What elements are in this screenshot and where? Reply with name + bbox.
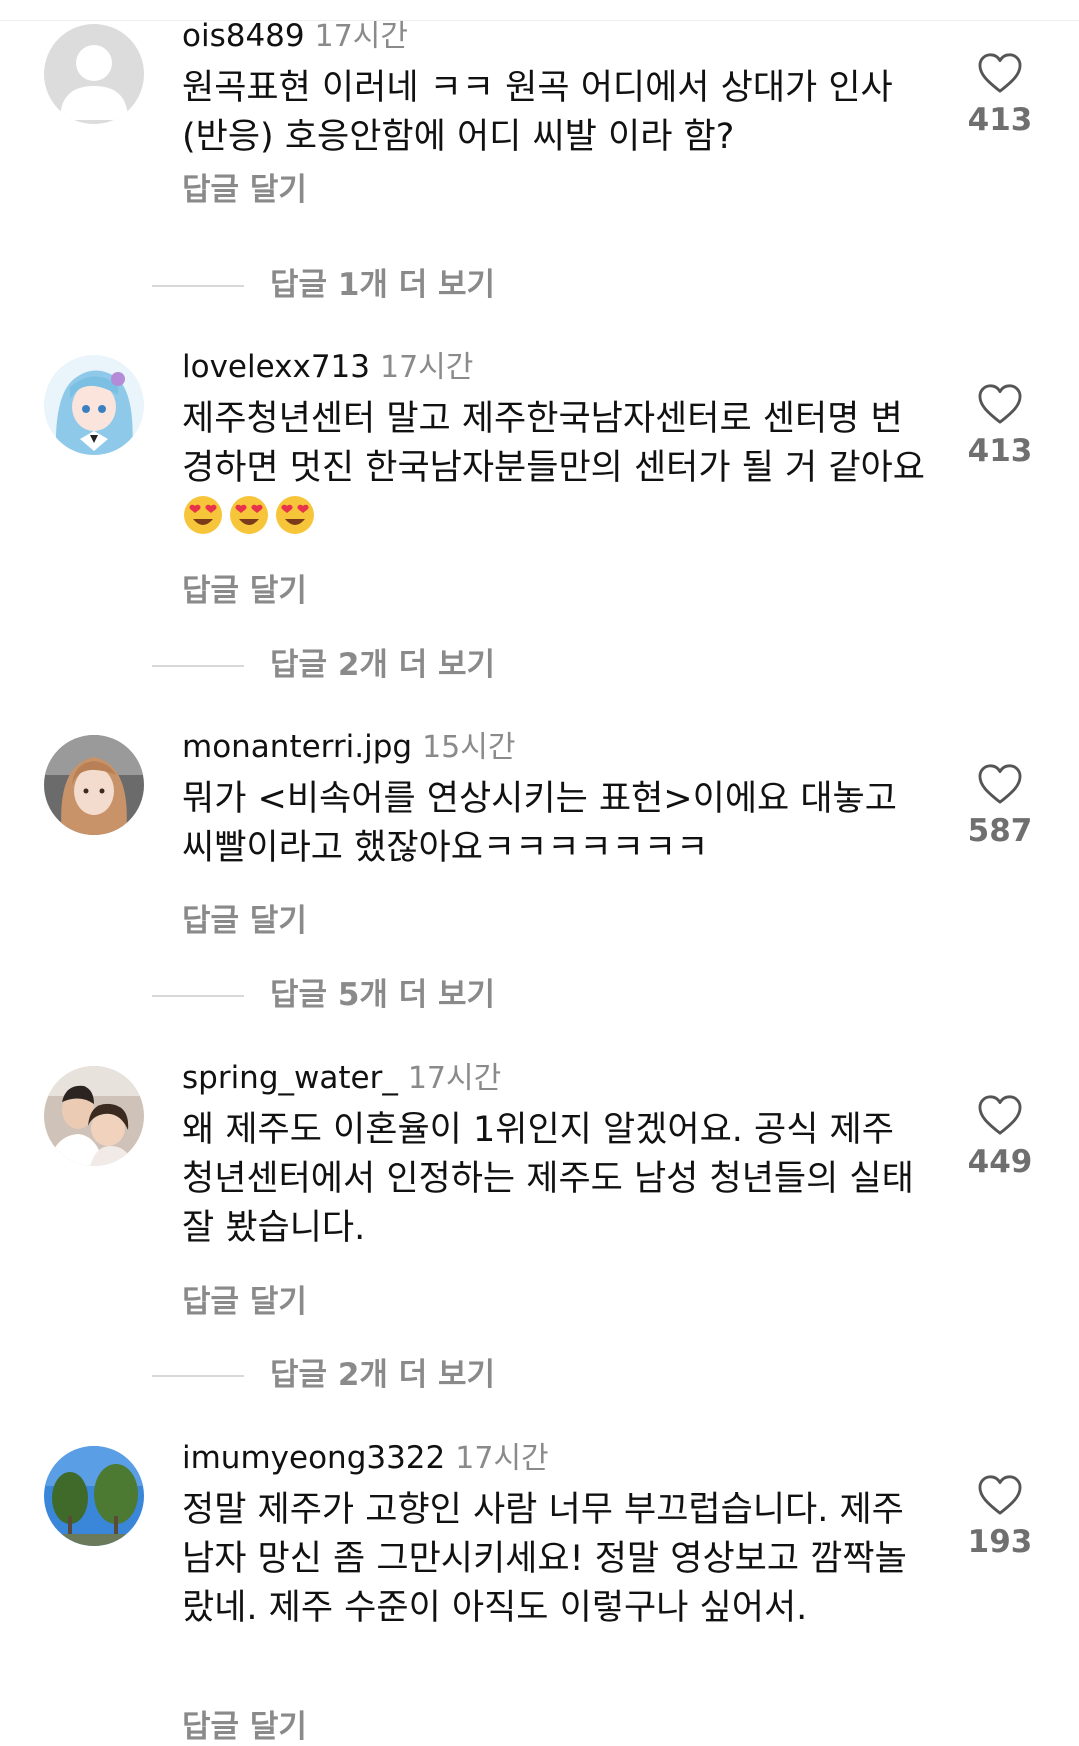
heart-icon[interactable] [977, 1474, 1023, 1516]
reply-button[interactable]: 답글 달기 [182, 1701, 307, 1746]
timestamp: 17시간 [380, 350, 474, 385]
heart-icon[interactable] [977, 1094, 1023, 1136]
username[interactable]: lovelexx713 [182, 349, 370, 385]
avatar[interactable] [44, 1066, 144, 1166]
comment-text-content: 정말 제주가 고향인 사람 너무 부끄럽습니다. 제주남자 망신 좀 그만시키세… [182, 1490, 907, 1628]
like-count: 193 [967, 1524, 1033, 1560]
comment-item: imumyeong3322 17시간 정말 제주가 고향인 사람 너무 부끄럽습니… [0, 1438, 1079, 1745]
couple-photo-avatar-icon [44, 1066, 144, 1166]
timestamp: 17시간 [455, 1441, 549, 1476]
like-count: 413 [967, 433, 1033, 469]
default-user-icon [44, 24, 144, 124]
comment-meta: ois8489 17시간 [182, 16, 408, 56]
comment-text: 제주청년센터 말고 제주한국남자센터로 센터명 변경하면 멋진 한국남자분들만의… [182, 395, 932, 542]
username[interactable]: spring_water_ [182, 1060, 398, 1096]
heart-eyes-emoji-icon [228, 494, 270, 536]
view-more-replies-button[interactable]: 답글 2개 더 보기 [270, 645, 495, 685]
comment-text: 왜 제주도 이혼율이 1위인지 알겠어요. 공식 제주 청년센터에서 인정하는 … [182, 1106, 932, 1253]
comment-meta: lovelexx713 17시간 [182, 347, 473, 387]
comment-text-content: 제주청년센터 말고 제주한국남자센터로 센터명 변경하면 멋진 한국남자분들만의… [182, 399, 925, 488]
like-count: 449 [967, 1144, 1033, 1180]
heart-icon[interactable] [977, 383, 1023, 425]
heart-icon[interactable] [977, 52, 1023, 94]
avatar[interactable] [44, 735, 144, 835]
reply-button[interactable]: 답글 달기 [182, 164, 307, 209]
view-more-replies: 답글 2개 더 보기 [0, 1355, 1079, 1395]
like-group: 193 [965, 1474, 1035, 1560]
like-group: 587 [965, 763, 1035, 849]
comment-item: ois8489 17시간 원곡표현 이러네 ㅋㅋ 원곡 어디에서 상대가 인사(반… [0, 16, 1079, 246]
like-group: 413 [965, 383, 1035, 469]
comment-text: 뭐가 <비속어를 연상시키는 표현>이에요 대놓고 씨빨이라고 했잖아요ㅋㅋㅋㅋ… [182, 775, 932, 873]
avatar[interactable] [44, 1446, 144, 1546]
like-count: 587 [967, 813, 1033, 849]
view-more-replies: 답글 1개 더 보기 [0, 265, 1079, 305]
comment-item: monanterri.jpg 15시간 뭐가 <비속어를 연상시키는 표현>이에요… [0, 727, 1079, 957]
heart-eyes-emoji-icon [182, 494, 224, 536]
view-more-replies-button[interactable]: 답글 1개 더 보기 [270, 265, 495, 305]
timestamp: 17시간 [314, 19, 408, 54]
timestamp: 17시간 [407, 1061, 502, 1096]
reply-button[interactable]: 답글 달기 [182, 565, 307, 610]
comment-text-content: 왜 제주도 이혼율이 1위인지 알겠어요. 공식 제주 청년센터에서 인정하는 … [182, 1110, 914, 1248]
comment-meta: spring_water_ 17시간 [182, 1058, 501, 1098]
trees-photo-avatar-icon [44, 1446, 144, 1546]
reply-button[interactable]: 답글 달기 [182, 1276, 307, 1321]
comment-text-content: 원곡표현 이러네 ㅋㅋ 원곡 어디에서 상대가 인사(반응) 호응안함에 어디 … [182, 68, 893, 157]
comment-text: 원곡표현 이러네 ㅋㅋ 원곡 어디에서 상대가 인사(반응) 호응안함에 어디 … [182, 64, 932, 162]
timestamp: 15시간 [422, 730, 516, 765]
view-more-replies: 답글 5개 더 보기 [0, 975, 1079, 1015]
like-group: 413 [965, 52, 1035, 138]
username[interactable]: ois8489 [182, 18, 305, 54]
comment-text-content: 뭐가 <비속어를 연상시키는 표현>이에요 대놓고 씨빨이라고 했잖아요ㅋㅋㅋㅋ… [182, 779, 897, 868]
username[interactable]: imumyeong3322 [182, 1440, 445, 1476]
comment-text: 정말 제주가 고향인 사람 너무 부끄럽습니다. 제주남자 망신 좀 그만시키세… [182, 1486, 932, 1633]
heart-eyes-emoji-icon [274, 494, 316, 536]
comment-meta: monanterri.jpg 15시간 [182, 727, 515, 767]
like-group: 449 [965, 1094, 1035, 1180]
photo-avatar-icon [44, 735, 144, 835]
avatar[interactable] [44, 355, 144, 455]
comment-item: lovelexx713 17시간 제주청년센터 말고 제주한국남자센터로 센터명 … [0, 347, 1079, 617]
reply-divider-line [152, 285, 244, 287]
comment-meta: imumyeong3322 17시간 [182, 1438, 549, 1478]
reply-divider-line [152, 665, 244, 667]
view-more-replies-button[interactable]: 답글 2개 더 보기 [270, 1355, 495, 1395]
like-count: 413 [967, 102, 1033, 138]
heart-icon[interactable] [977, 763, 1023, 805]
anime-avatar-icon [44, 355, 144, 455]
reply-divider-line [152, 995, 244, 997]
view-more-replies: 답글 2개 더 보기 [0, 645, 1079, 685]
avatar[interactable] [44, 24, 144, 124]
view-more-replies-button[interactable]: 답글 5개 더 보기 [270, 975, 495, 1015]
reply-button[interactable]: 답글 달기 [182, 895, 307, 940]
reply-divider-line [152, 1375, 244, 1377]
username[interactable]: monanterri.jpg [182, 729, 412, 765]
comment-item: spring_water_ 17시간 왜 제주도 이혼율이 1위인지 알겠어요. … [0, 1058, 1079, 1328]
